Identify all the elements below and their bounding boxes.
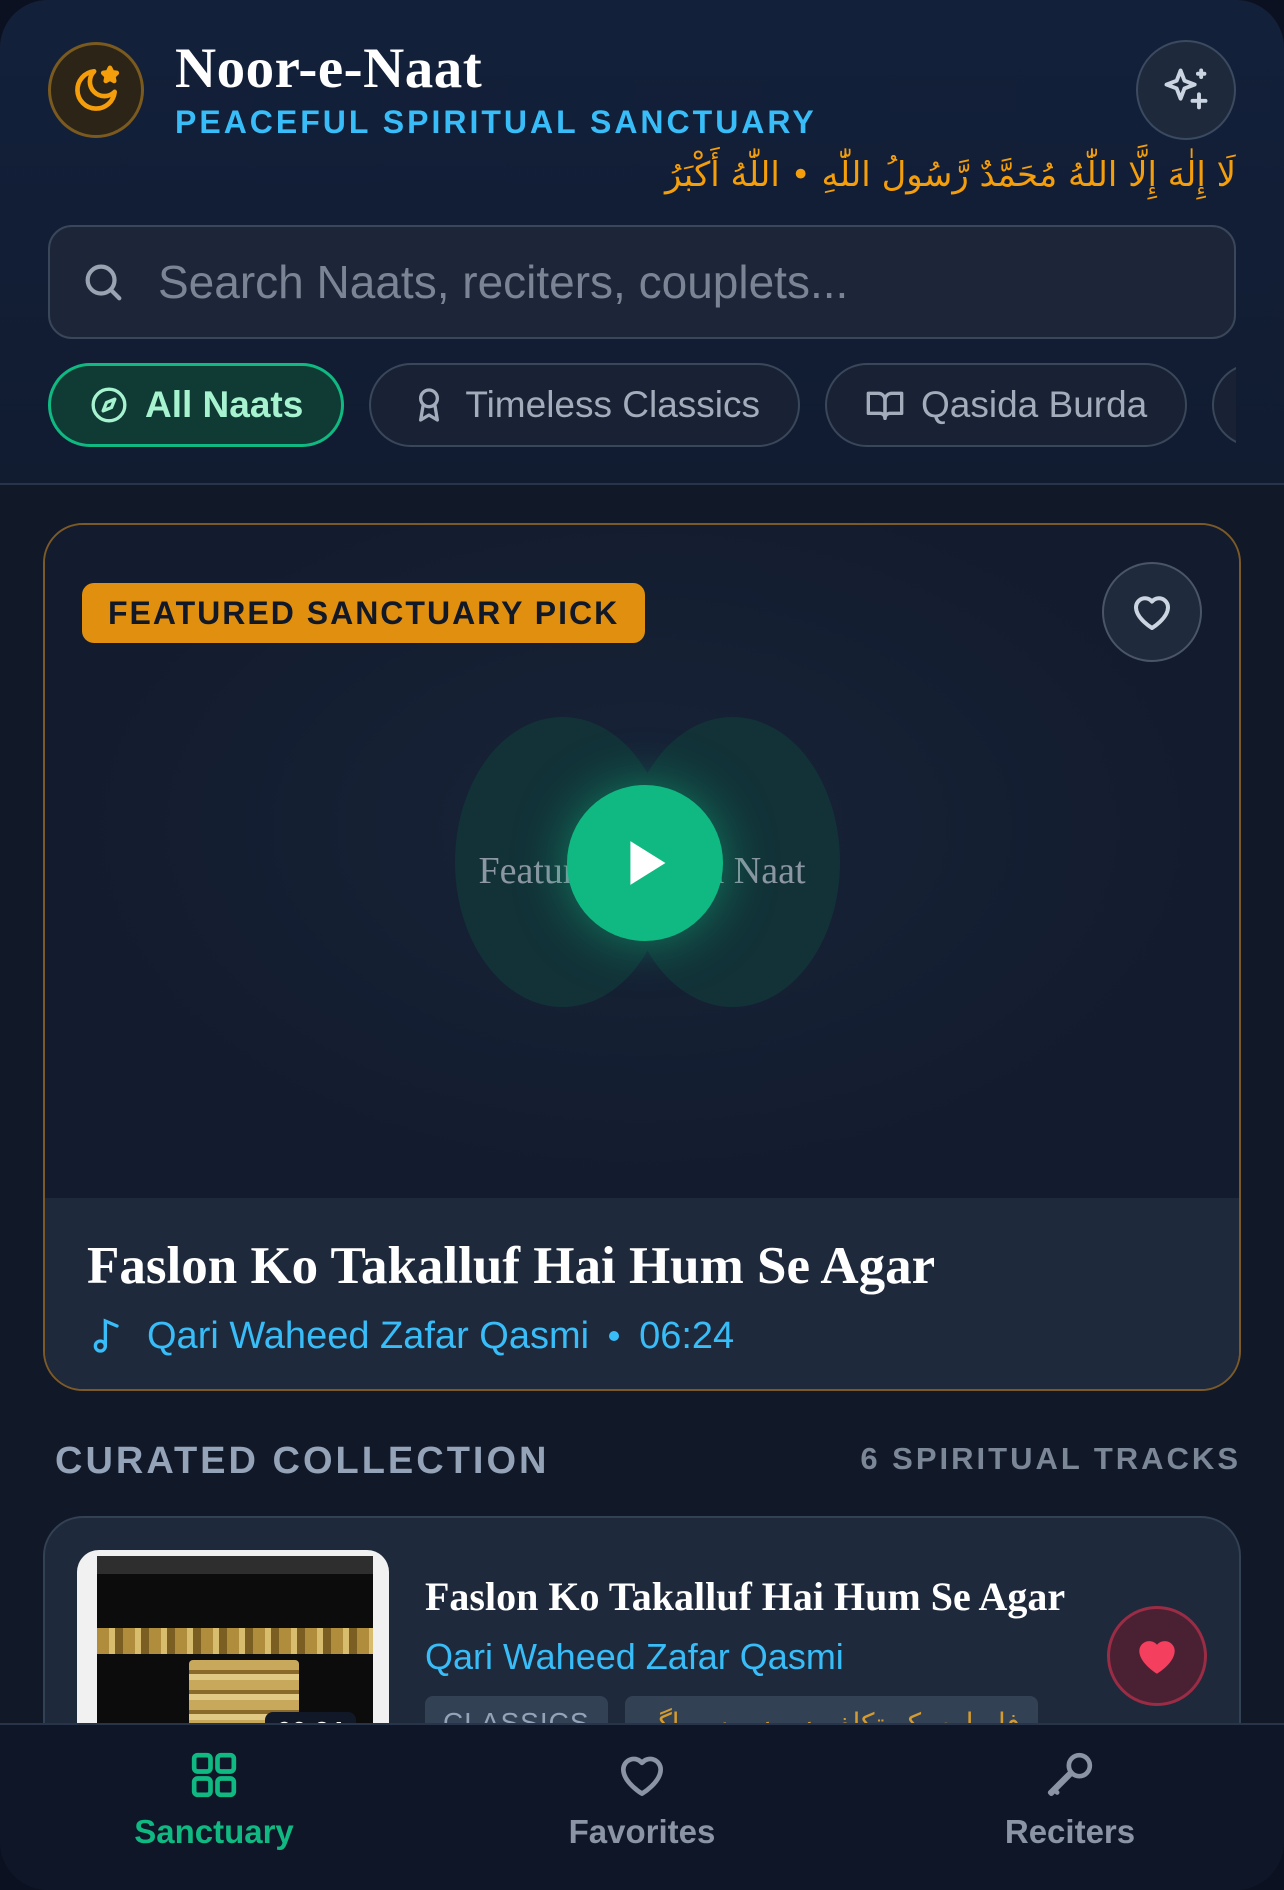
compass-icon (91, 387, 127, 423)
featured-duration: 06:24 (639, 1314, 735, 1357)
featured-reciter[interactable]: Qari Waheed Zafar Qasmi (147, 1315, 589, 1358)
filter-chip-all-naats[interactable]: All Naats (48, 363, 345, 447)
filter-chips: All Naats Timeless Classics Qasida Burda (48, 363, 1236, 447)
collection-heading: CURATED COLLECTION (55, 1440, 550, 1482)
featured-card[interactable]: FEATURED SANCTUARY PICK Featured Sacred … (43, 523, 1241, 1391)
heart-outline-icon (1134, 596, 1170, 630)
collection-count: 6 SPIRITUAL TRACKS (860, 1441, 1241, 1476)
grid-icon (191, 1752, 237, 1798)
app-header: Noor-e-Naat PEACEFUL SPIRITUAL SANCTUARY… (0, 0, 1284, 485)
moon-star-icon (48, 42, 144, 138)
book-open-icon (866, 391, 904, 420)
filter-chip-qasida-burda[interactable]: Qasida Burda (825, 363, 1188, 447)
app-subtitle: PEACEFUL SPIRITUAL SANCTUARY (175, 104, 817, 140)
featured-meta: Qari Waheed Zafar Qasmi 06:24 (87, 1314, 1197, 1358)
heart-icon (621, 1756, 663, 1796)
filter-chip-label: Qasida Burda (921, 384, 1148, 425)
nav-sanctuary[interactable]: Sanctuary (0, 1725, 428, 1890)
shahada-text: لَا إِلٰهَ إِلَّا اللّٰهُ مُحَمَّدٌ رَّس… (665, 155, 1236, 195)
track-title: Faslon Ko Takalluf Hai Hum Se Agar (425, 1574, 1066, 1619)
app-title: Noor-e-Naat (175, 37, 483, 100)
featured-favorite-button[interactable] (1102, 562, 1202, 662)
filter-chip-label: All Naats (145, 384, 304, 425)
bottom-navigation: Sanctuary Favorites Reciters (0, 1723, 1284, 1890)
kaaba-roof (97, 1556, 373, 1574)
microphone-icon (1047, 1752, 1093, 1796)
sparkles-icon (1164, 68, 1208, 110)
kaaba-gold-band (97, 1628, 373, 1654)
filter-chip-label: Timeless Classics (465, 384, 761, 425)
featured-title: Faslon Ko Takalluf Hai Hum Se Agar (87, 1237, 936, 1295)
sparkles-button[interactable] (1136, 40, 1236, 140)
nav-label: Favorites (568, 1813, 716, 1850)
featured-badge: FEATURED SANCTUARY PICK (82, 583, 646, 643)
heart-filled-icon (1139, 1641, 1175, 1674)
filter-chip-timeless-classics[interactable]: Timeless Classics (369, 363, 801, 447)
play-icon (630, 841, 666, 885)
search-input[interactable] (158, 255, 1234, 309)
music-note-icon (93, 1318, 119, 1353)
nav-reciters[interactable]: Reciters (856, 1725, 1284, 1890)
track-reciter[interactable]: Qari Waheed Zafar Qasmi (425, 1636, 844, 1678)
nav-label: Reciters (1004, 1813, 1136, 1850)
featured-artwork: FEATURED SANCTUARY PICK Featured Sacred … (45, 525, 1239, 1198)
award-icon (419, 388, 440, 422)
nav-favorites[interactable]: Favorites (428, 1725, 856, 1890)
filter-chip-more[interactable] (1212, 363, 1236, 447)
nav-label: Sanctuary (134, 1813, 294, 1850)
track-favorite-button[interactable] (1107, 1606, 1207, 1706)
search-icon (85, 264, 122, 301)
featured-play-button[interactable] (567, 785, 723, 941)
meta-separator (609, 1331, 620, 1341)
search-bar[interactable] (48, 225, 1236, 339)
featured-info: Faslon Ko Takalluf Hai Hum Se Agar Qari … (45, 1198, 1239, 1389)
app-screen: Noor-e-Naat PEACEFUL SPIRITUAL SANCTUARY… (0, 0, 1284, 1890)
